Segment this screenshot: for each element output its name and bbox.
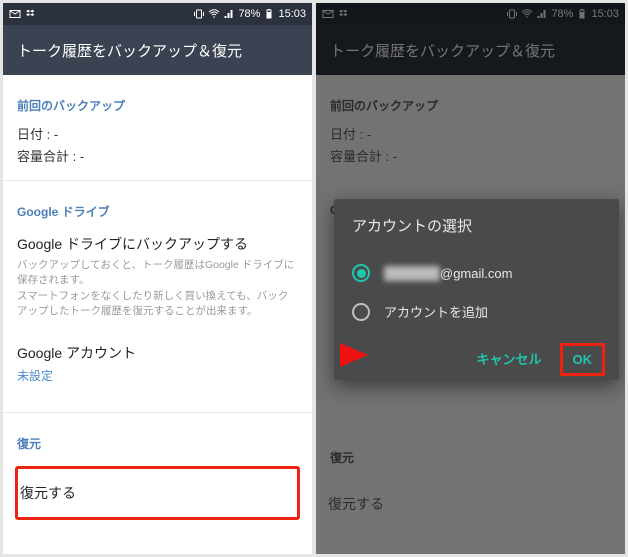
google-account-value[interactable]: 未設定 (17, 363, 298, 400)
vibrate-icon (506, 8, 518, 20)
account-email: xxxxxxxx@gmail.com (384, 266, 512, 281)
account-option-1[interactable]: xxxxxxxx@gmail.com (352, 254, 601, 292)
account-dialog: アカウントの選択 xxxxxxxx@gmail.com アカウントを追加 キャン… (334, 199, 619, 380)
restore-button[interactable]: 復元する (328, 480, 613, 528)
appbar-title: トーク履歴をバックアップ＆復元 (17, 40, 242, 61)
appbar-title: トーク履歴をバックアップ＆復元 (330, 40, 555, 61)
statusbar: 78% 15:03 (3, 3, 312, 25)
mail-icon (322, 8, 334, 20)
cancel-button[interactable]: キャンセル (476, 349, 541, 370)
section-restore: 復元 (330, 427, 611, 476)
value-date: : - (360, 127, 372, 142)
backup-desc: バックアップしておくと、トーク履歴はGoogle ドライブに保存されます。 スマ… (17, 254, 298, 325)
battery-icon (576, 8, 588, 20)
value-size: : - (73, 149, 85, 164)
wifi-icon (521, 8, 533, 20)
appbar: トーク履歴をバックアップ＆復元 (316, 25, 625, 75)
label-size: 容量合計 (17, 149, 69, 164)
last-backup-size: 容量合計 : - (330, 146, 611, 168)
section-drive: Google ドライブ (17, 181, 298, 230)
appbar: トーク履歴をバックアップ＆復元 (3, 25, 312, 75)
dropbox-icon (338, 8, 350, 20)
wifi-icon (208, 8, 220, 20)
value-date: : - (47, 127, 59, 142)
label-date: 日付 (330, 127, 356, 142)
phone-right: 78% 15:03 トーク履歴をバックアップ＆復元 前回のバックアップ 日付 :… (316, 3, 625, 554)
signal-icon (223, 8, 235, 20)
label-size: 容量合計 (330, 149, 382, 164)
last-backup-date: 日付 : - (17, 124, 298, 146)
last-backup-date: 日付 : - (330, 124, 611, 146)
vibrate-icon (193, 8, 205, 20)
battery-pct: 78% (551, 8, 573, 20)
section-restore: 復元 (17, 413, 298, 462)
mail-icon (9, 8, 21, 20)
section-last-backup: 前回のバックアップ (17, 75, 298, 124)
dialog-title: アカウントの選択 (352, 215, 601, 254)
redacted-local-part: xxxxxxxx (384, 266, 440, 281)
add-account-label: アカウントを追加 (384, 302, 488, 321)
account-option-add[interactable]: アカウントを追加 (352, 292, 601, 331)
dropbox-icon (25, 8, 37, 20)
email-domain: @gmail.com (440, 266, 512, 281)
statusbar: 78% 15:03 (316, 3, 625, 25)
label-date: 日付 (17, 127, 43, 142)
battery-pct: 78% (238, 8, 260, 20)
value-size: : - (386, 149, 398, 164)
radio-icon (352, 303, 370, 321)
backup-to-drive[interactable]: Google ドライブにバックアップする (17, 230, 298, 254)
divider (316, 180, 625, 181)
clock-text: 15:03 (591, 8, 619, 20)
google-account[interactable]: Google アカウント (17, 339, 298, 363)
clock-text: 15:03 (278, 8, 306, 20)
phone-left: 78% 15:03 トーク履歴をバックアップ＆復元 前回のバックアップ 日付 :… (3, 3, 312, 554)
ok-button[interactable]: OK (560, 343, 606, 376)
last-backup-size: 容量合計 : - (17, 146, 298, 168)
signal-icon (536, 8, 548, 20)
battery-icon (263, 8, 275, 20)
section-last-backup: 前回のバックアップ (330, 75, 611, 124)
radio-icon (352, 264, 370, 282)
restore-button[interactable]: 復元する (15, 466, 300, 520)
